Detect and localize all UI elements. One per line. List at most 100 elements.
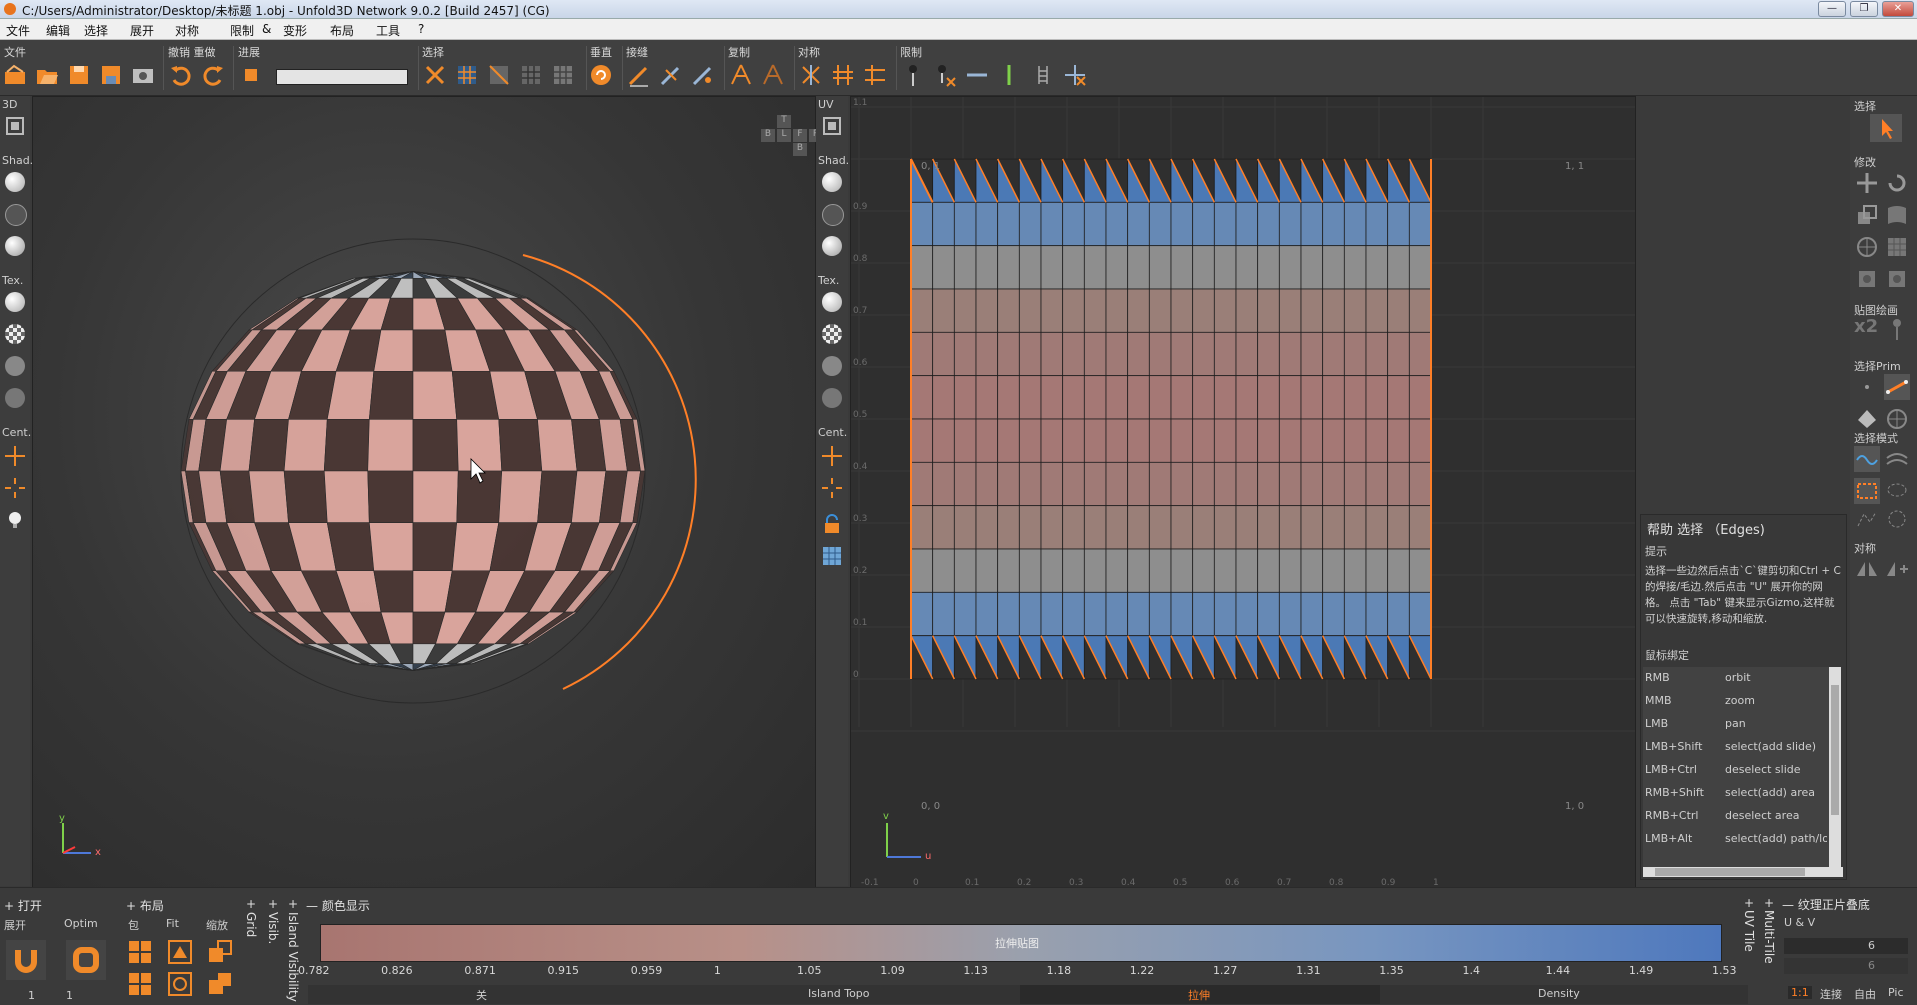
menu-deform[interactable]: 变形 xyxy=(283,22,307,39)
select-all-icon[interactable] xyxy=(454,62,480,88)
optimize-button[interactable] xyxy=(66,940,106,980)
uv-grid-icon[interactable] xyxy=(820,544,844,568)
cut-seam-icon[interactable] xyxy=(626,62,652,88)
menu-help[interactable]: ? xyxy=(418,22,424,36)
symmetry-apply-icon[interactable] xyxy=(1884,556,1910,582)
rotate-icon[interactable] xyxy=(1884,170,1910,196)
menu-tools[interactable]: 工具 xyxy=(376,22,400,39)
constrain-v-icon[interactable] xyxy=(996,62,1022,88)
unfold-button[interactable] xyxy=(6,940,46,980)
menu-constraint[interactable]: 限制 xyxy=(230,22,254,39)
lasso-select-icon[interactable] xyxy=(1884,478,1910,504)
uv-frame-view-icon[interactable] xyxy=(820,114,844,138)
mode-density[interactable]: Density xyxy=(1538,987,1580,1000)
navigation-cube[interactable]: T B L F R B xyxy=(761,115,823,165)
texel-section-label[interactable]: — 纹理正片叠底 xyxy=(1782,896,1870,913)
menu-select[interactable]: 选择 xyxy=(84,22,108,39)
shrink-select-icon[interactable] xyxy=(550,62,576,88)
ratio-button[interactable]: 1:1 xyxy=(1788,986,1812,999)
face-mode-icon[interactable] xyxy=(1854,406,1880,432)
scale-island-icon[interactable] xyxy=(206,938,234,966)
uv-viewport[interactable]: 1.1 0.9 0.8 0.7 0.6 0.5 0.4 0.3 0.2 0.1 0 -0.1 0 0.1 0… xyxy=(850,96,1636,888)
stop-icon[interactable] xyxy=(238,62,264,88)
pin-tool-icon[interactable] xyxy=(1884,316,1910,342)
invert-select-icon[interactable] xyxy=(486,62,512,88)
uv-shaded-wire-icon[interactable] xyxy=(822,236,842,256)
x2-label[interactable]: x2 xyxy=(1854,316,1878,337)
uv-texture-off-icon[interactable] xyxy=(822,292,842,312)
scale-options-icon[interactable] xyxy=(206,970,234,998)
minimize-button[interactable]: — xyxy=(1818,1,1846,17)
center-all-icon[interactable] xyxy=(3,476,27,500)
frame-view-icon[interactable] xyxy=(3,114,27,138)
menu-edit[interactable]: 编辑 xyxy=(46,22,70,39)
shaded-mode-icon[interactable] xyxy=(5,172,25,192)
symmetry-mirror-icon[interactable] xyxy=(1854,556,1880,582)
uv-center-all-icon[interactable] xyxy=(820,476,844,500)
free-button[interactable]: 自由 xyxy=(1854,986,1876,1002)
pack-icon[interactable] xyxy=(126,938,154,966)
mode-stretch-tab[interactable]: 拉伸 xyxy=(1020,985,1380,1004)
fit-icon[interactable] xyxy=(166,938,194,966)
layout-section-label[interactable]: + 布局 xyxy=(126,897,164,914)
brush-select-icon[interactable] xyxy=(1884,506,1910,532)
maximize-button[interactable]: ❐ xyxy=(1850,1,1878,17)
sphere-project-icon[interactable] xyxy=(1854,234,1880,260)
save-icon[interactable] xyxy=(66,62,92,88)
move-icon[interactable] xyxy=(1854,170,1880,196)
fit-options-icon[interactable] xyxy=(166,970,194,998)
rect-select-icon[interactable] xyxy=(1854,478,1880,504)
new-file-icon[interactable] xyxy=(2,62,28,88)
mode-stretch[interactable]: 拉伸 xyxy=(1188,987,1210,1003)
paste-islands-icon[interactable] xyxy=(760,62,786,88)
mode-off[interactable]: 关 xyxy=(476,987,487,1003)
uv-texture-options-icon[interactable] xyxy=(822,356,842,376)
open-file-icon[interactable] xyxy=(34,62,60,88)
texture-options-icon[interactable] xyxy=(5,356,25,376)
color-display-label[interactable]: — 颜色显示 xyxy=(306,897,370,914)
rotate-vertical-icon[interactable] xyxy=(588,62,614,88)
multi-tile-add[interactable]: + xyxy=(1764,896,1774,910)
pin-icon[interactable] xyxy=(900,62,926,88)
menu-file[interactable]: 文件 xyxy=(6,22,30,39)
island-vis-add[interactable]: + xyxy=(288,897,298,911)
ring-select-icon[interactable] xyxy=(1884,446,1910,472)
menu-unfold[interactable]: 展开 xyxy=(130,22,154,39)
wireframe-mode-icon[interactable] xyxy=(5,204,27,226)
menu-amp[interactable]: & xyxy=(262,22,271,36)
optim-spinner-value[interactable]: 1 xyxy=(66,989,73,1002)
close-button[interactable]: ✕ xyxy=(1882,1,1914,17)
open-section-label[interactable]: + 打开 xyxy=(4,897,42,914)
menu-layout[interactable]: 布局 xyxy=(330,22,354,39)
path-select-icon[interactable] xyxy=(1854,506,1880,532)
center-selection-icon[interactable] xyxy=(3,444,27,468)
unpin-icon[interactable] xyxy=(932,62,958,88)
unfold-texture-icon[interactable] xyxy=(5,388,25,408)
unfold-spinner-value[interactable]: 1 xyxy=(28,989,35,1002)
binding-scrollbar[interactable] xyxy=(1829,667,1841,867)
save-as-icon[interactable] xyxy=(98,62,124,88)
visib-add[interactable]: + xyxy=(268,897,278,911)
grid-project-icon[interactable] xyxy=(1884,234,1910,260)
stamp-icon[interactable] xyxy=(1854,266,1880,292)
uv-shaded-icon[interactable] xyxy=(822,172,842,192)
uv-tile-add[interactable]: + xyxy=(1744,896,1754,910)
constrain-u-icon[interactable] xyxy=(964,62,990,88)
texel-v-field[interactable]: 6 xyxy=(1784,958,1908,974)
pic-button[interactable]: Pic xyxy=(1888,986,1904,999)
help-hscrollbar[interactable] xyxy=(1643,867,1843,877)
copy-islands-icon[interactable] xyxy=(728,62,754,88)
uv-checker-icon[interactable] xyxy=(822,324,842,344)
select-arrow-icon[interactable] xyxy=(1870,114,1902,142)
texel-u-field[interactable]: 6 xyxy=(1784,938,1908,954)
scale-icon[interactable] xyxy=(1854,202,1880,228)
shaded-wire-mode-icon[interactable] xyxy=(5,236,25,256)
clear-constraint-icon[interactable] xyxy=(1062,62,1088,88)
auto-seam-icon[interactable] xyxy=(690,62,716,88)
grid-add[interactable]: + xyxy=(246,897,256,911)
checker-texture-icon[interactable] xyxy=(5,324,25,344)
uv-lock-icon[interactable] xyxy=(820,512,844,536)
deselect-icon[interactable] xyxy=(422,62,448,88)
uv-center-selection-icon[interactable] xyxy=(820,444,844,468)
menu-symmetry[interactable]: 对称 xyxy=(175,22,199,39)
